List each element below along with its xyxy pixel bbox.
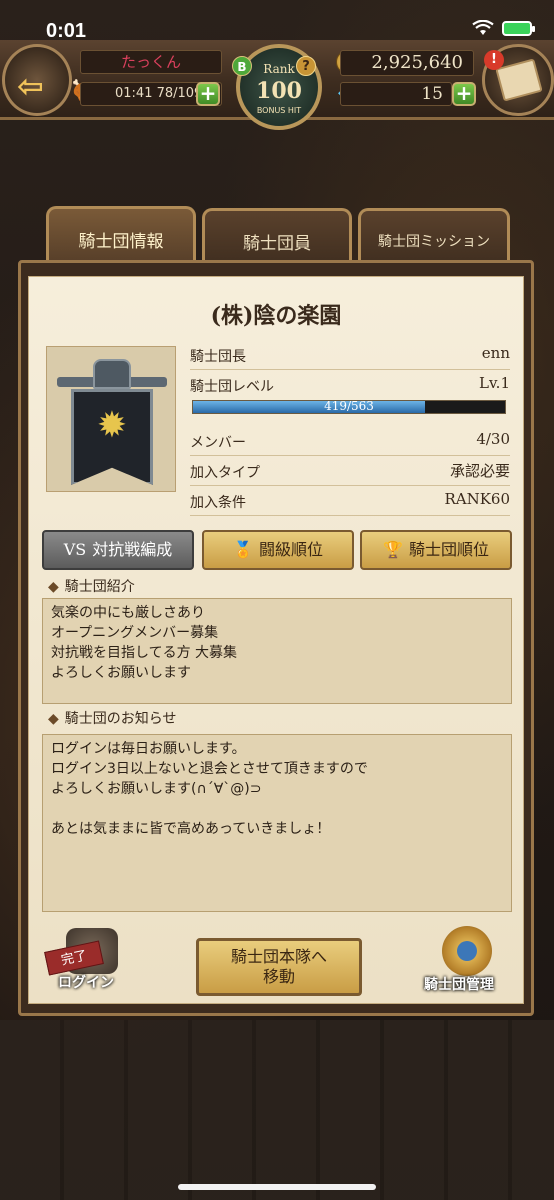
tab-members[interactable]: 騎士団員 bbox=[202, 208, 352, 268]
trophy-icon: 🏆 bbox=[383, 540, 403, 559]
join-type-row: 加入タイプ 承認必要 bbox=[190, 458, 510, 486]
members-row: メンバー 4/30 bbox=[190, 428, 510, 456]
battery-icon bbox=[502, 20, 535, 36]
notice-line: ログイン3日以上ないと退会とさせて頂きますので bbox=[51, 761, 368, 777]
level-exp-text: 419/563 bbox=[324, 399, 374, 413]
notice-line: あとは気ままに皆で高めあっていきましょ！ bbox=[51, 821, 331, 837]
notice-line: よろしくお願いします(∩´∀`@)⊃ bbox=[51, 781, 262, 797]
level-progress-bar: 419/563 bbox=[192, 399, 506, 414]
manage-label: 騎士団管理 bbox=[424, 977, 494, 993]
move-button-line2: 移動 bbox=[262, 967, 295, 986]
intro-title: 騎士団紹介 bbox=[64, 579, 135, 595]
tab-order-info-label: 騎士団情報 bbox=[78, 232, 164, 252]
notice-line: ログインは毎日お願いします。 bbox=[51, 741, 246, 757]
intro-line: 気楽の中にも厳しさあり bbox=[51, 605, 205, 621]
status-icons bbox=[472, 20, 535, 36]
level-label: 騎士団レベル bbox=[190, 379, 274, 395]
fight-rank-button[interactable]: 🏅 闘級順位 bbox=[202, 530, 354, 570]
intro-text-box: 気楽の中にも厳しさあり オープニングメンバー募集 対抗戦を目指してる方 大募集 … bbox=[42, 598, 512, 704]
leader-row: 騎士団長 enn bbox=[190, 342, 510, 370]
leader-value: enn bbox=[481, 344, 510, 362]
diamond-bullet-icon: ◆ bbox=[48, 579, 59, 595]
join-type-value: 承認必要 bbox=[449, 462, 510, 480]
status-bar: 0:01 bbox=[0, 0, 554, 44]
intro-line: よろしくお願いします bbox=[51, 665, 191, 681]
wifi-icon bbox=[472, 20, 494, 35]
gear-center bbox=[457, 941, 477, 961]
intro-heading: ◆ 騎士団紹介 bbox=[48, 576, 135, 596]
notice-heading: ◆ 騎士団のお知らせ bbox=[48, 708, 177, 728]
battle-formation-button[interactable]: VS 対抗戦編成 bbox=[42, 530, 194, 570]
notice-line bbox=[51, 799, 503, 819]
order-management-button[interactable]: 騎士団管理 bbox=[420, 926, 516, 998]
tab-members-label: 騎士団員 bbox=[243, 234, 311, 254]
sun-emblem-icon: ✹ bbox=[96, 405, 128, 446]
order-rank-button[interactable]: 🏆 騎士団順位 bbox=[360, 530, 512, 570]
battle-formation-label: 対抗戦編成 bbox=[92, 540, 173, 559]
login-bonus-button[interactable]: 完了 ログイン bbox=[44, 928, 134, 994]
order-emblem: ✹ bbox=[46, 346, 176, 492]
back-button[interactable]: ⇦ bbox=[2, 44, 72, 116]
help-icon[interactable]: ? bbox=[296, 56, 316, 76]
home-indicator[interactable] bbox=[178, 1184, 376, 1190]
medal-icon: 🏅 bbox=[233, 540, 253, 559]
join-type-label: 加入タイプ bbox=[190, 465, 260, 481]
vs-icon: VS bbox=[63, 540, 87, 559]
level-value: Lv.1 bbox=[479, 374, 510, 392]
join-condition-label: 加入条件 bbox=[190, 495, 246, 511]
b-badge-icon: B bbox=[232, 56, 252, 76]
floor-background bbox=[0, 1020, 554, 1200]
intro-line: 対抗戦を目指してる方 大募集 bbox=[51, 645, 238, 661]
notice-title: 騎士団のお知らせ bbox=[64, 711, 177, 727]
notice-text-box: ログインは毎日お願いします。 ログイン3日以上ないと退会とさせて頂きますので よ… bbox=[42, 734, 512, 912]
player-name: たっくん bbox=[80, 50, 222, 74]
intro-line: オープニングメンバー募集 bbox=[51, 625, 219, 641]
helmet-icon bbox=[93, 359, 131, 389]
order-rank-label: 騎士団順位 bbox=[408, 540, 489, 559]
back-arrow-icon: ⇦ bbox=[17, 67, 44, 105]
gold-amount: 2,925,640 bbox=[340, 50, 474, 76]
stamina-plus-button[interactable]: + bbox=[196, 82, 220, 106]
tab-missions-label: 騎士団ミッション bbox=[378, 234, 490, 250]
tab-missions[interactable]: 騎士団ミッション bbox=[358, 208, 510, 268]
move-button-line1: 騎士団本隊へ bbox=[230, 947, 327, 966]
order-name: (株)陰の楽園 bbox=[210, 303, 342, 329]
gem-amount: 15 bbox=[340, 82, 452, 106]
join-condition-row: 加入条件 RANK60 bbox=[190, 488, 510, 516]
join-condition-value: RANK60 bbox=[444, 490, 510, 508]
fight-rank-label: 闘級順位 bbox=[258, 540, 323, 559]
rank-sub: BONUS HIT bbox=[256, 106, 302, 115]
move-to-main-order-button[interactable]: 騎士団本隊へ 移動 bbox=[196, 938, 362, 996]
gem-plus-button[interactable]: + bbox=[452, 82, 476, 106]
rank-value: 100 bbox=[256, 78, 302, 104]
mail-alert-badge: ! bbox=[484, 50, 504, 70]
members-label: メンバー bbox=[190, 435, 246, 451]
level-row: 騎士団レベル Lv.1 bbox=[190, 372, 510, 400]
diamond-bullet-icon: ◆ bbox=[48, 711, 59, 727]
leader-label: 騎士団長 bbox=[190, 349, 246, 365]
login-label: ログイン bbox=[58, 975, 114, 991]
gear-icon bbox=[442, 926, 492, 976]
members-value: 4/30 bbox=[476, 430, 510, 448]
